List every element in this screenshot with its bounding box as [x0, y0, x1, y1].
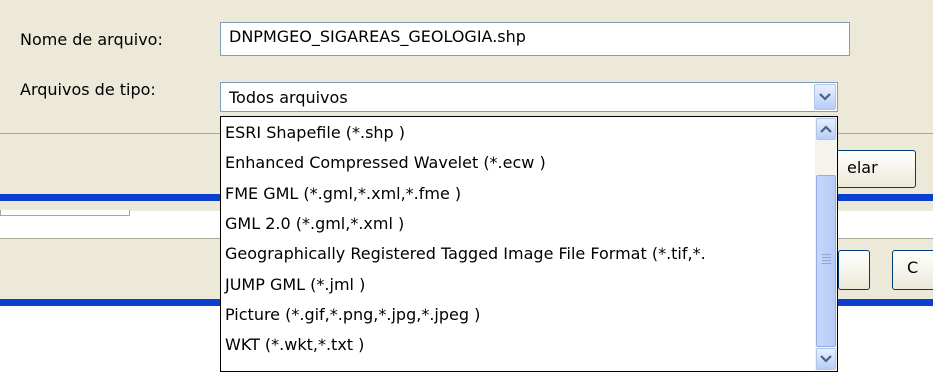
filename-input[interactable]: DNPMGEO_SIGAREAS_GEOLOGIA.shp [220, 22, 850, 56]
dropdown-option[interactable]: Picture (*.gif,*.png,*.jpg,*.jpeg ) [225, 300, 480, 329]
scrollbar-thumb[interactable] [816, 175, 836, 347]
file-dialog-panel [0, 0, 933, 133]
second-dialog-button[interactable]: C [892, 250, 933, 290]
dropdown-scrollbar[interactable] [815, 117, 837, 371]
scroll-down-button[interactable] [816, 348, 836, 370]
dropdown-option[interactable]: FME GML (*.gml,*.xml,*.fme ) [225, 179, 461, 208]
dropdown-option[interactable]: Geographically Registered Tagged Image F… [225, 239, 706, 268]
filename-label: Nome de arquivo: [20, 30, 163, 49]
scroll-up-button[interactable] [816, 118, 836, 140]
filetype-dropdown-button[interactable] [814, 84, 836, 110]
filetype-select[interactable]: Todos arquivos [220, 82, 838, 112]
dropdown-option[interactable]: ESRI Shapefile (*.shp ) [225, 118, 405, 147]
grip-lines-icon [822, 260, 831, 261]
cancel-button-label: elar [847, 158, 878, 177]
chevron-down-icon [819, 93, 831, 101]
grip-lines-icon [822, 257, 831, 258]
grip-lines-icon [822, 263, 831, 264]
filetype-label: Arquivos de tipo: [20, 80, 156, 99]
panel-edge-fragment [0, 210, 130, 216]
filetype-selected-value: Todos arquivos [229, 88, 348, 107]
second-button-label: C [907, 258, 919, 277]
dropdown-option[interactable]: JUMP GML (*.jml ) [225, 270, 365, 299]
chevron-down-icon [820, 355, 832, 363]
chevron-up-icon [820, 125, 832, 133]
dropdown-option[interactable]: GML 2.0 (*.gml,*.xml ) [225, 209, 404, 238]
dropdown-option[interactable]: WKT (*.wkt,*.txt ) [225, 330, 364, 359]
filename-value: DNPMGEO_SIGAREAS_GEOLOGIA.shp [229, 27, 526, 46]
hidden-button[interactable] [838, 250, 870, 290]
filetype-dropdown-list[interactable]: ESRI Shapefile (*.shp ) Enhanced Compres… [220, 116, 838, 372]
dropdown-option[interactable]: Enhanced Compressed Wavelet (*.ecw ) [225, 148, 546, 177]
grip-lines-icon [822, 254, 831, 255]
